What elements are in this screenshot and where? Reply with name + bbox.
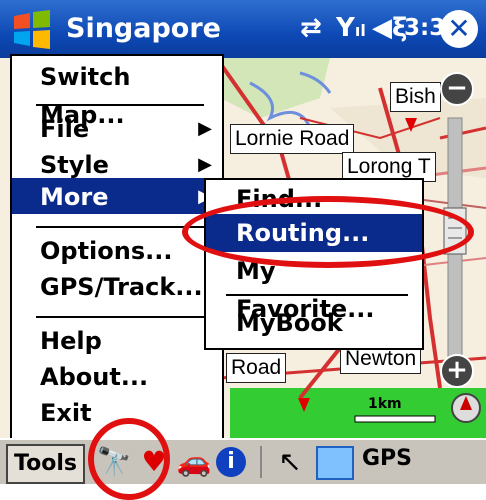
menu-separator [36,316,204,318]
cursor-icon[interactable]: ↖ [272,444,308,480]
menu-item-gps-track[interactable]: GPS/Track... [12,268,222,306]
menu-separator [226,294,408,296]
submenu-arrow-icon: ▶ [198,118,212,139]
title-bar: Singapore ⇄ Yıl ◀ξ 3:37 ✕ [0,0,486,58]
highlight-ring [182,196,474,268]
connectivity-icon[interactable]: ⇄ [300,13,322,43]
map-view-icon[interactable] [316,446,354,480]
map-label: Lornie Road [230,124,355,154]
bottom-toolbar: Tools 🔭 ♥ 🚗 i ↖ GPS [0,438,486,484]
menu-item-file[interactable]: File ▶ [12,110,222,148]
menu-separator [36,226,204,228]
info-icon[interactable]: i [216,447,246,477]
gps-button[interactable]: GPS [362,446,412,471]
map-label: Road [226,353,287,383]
menu-item-switch-map[interactable]: Switch Map... [12,58,222,129]
tools-menu-button[interactable]: Tools [6,444,85,484]
menu-item-help[interactable]: Help [12,322,222,360]
compass-icon[interactable] [452,394,480,422]
menu-separator [36,104,204,106]
zoom-out-icon[interactable]: − [440,72,474,106]
menu-item-mybook[interactable]: MyBook [206,304,422,342]
tools-menu: Switch Map... File▶ Style▶ More▶ Options… [10,54,224,442]
toolbar-separator [260,446,262,478]
map-label: Bish [390,82,441,112]
windows-start-icon[interactable] [10,8,54,52]
highlight-ring [88,418,170,500]
signal-icon[interactable]: Yıl [336,13,366,43]
scale-label: 1km [368,396,402,412]
close-button[interactable]: ✕ [440,10,478,48]
window-title: Singapore [66,13,221,44]
menu-item-about[interactable]: About... [12,358,222,396]
volume-icon[interactable]: ◀ξ [372,13,407,43]
zoom-in-icon[interactable]: + [440,354,474,388]
menu-item-more[interactable]: More▶ [12,178,222,214]
vehicle-icon[interactable]: 🚗 [176,444,212,480]
